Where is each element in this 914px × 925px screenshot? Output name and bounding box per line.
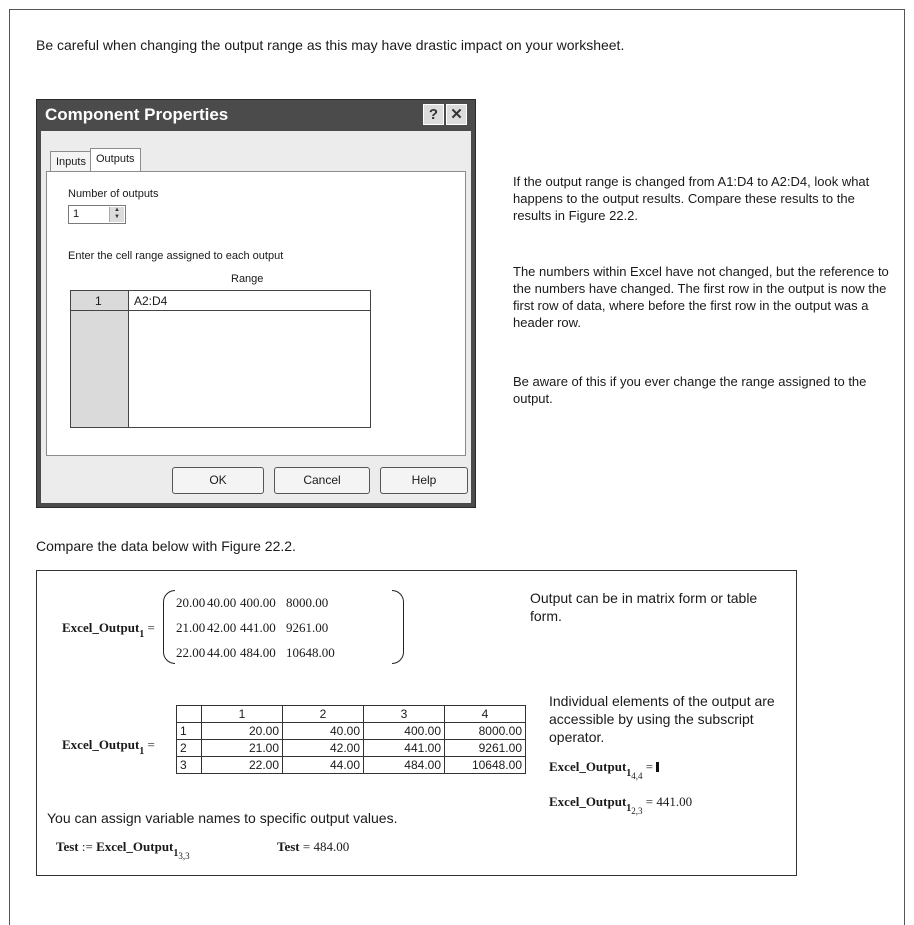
table-cell[interactable]: 441.00 xyxy=(363,739,445,757)
side-note-1: If the output range is changed from A1:D… xyxy=(513,174,870,223)
tab-outputs[interactable]: Outputs xyxy=(90,148,141,171)
test-assignment: Test := Excel_Output13,3 xyxy=(56,839,190,861)
table-cell[interactable]: 484.00 xyxy=(363,756,445,774)
dialog-titlebar[interactable]: Component Properties ? ✕ xyxy=(37,100,475,131)
table-cell[interactable]: 10648.00 xyxy=(444,756,526,774)
table-var-label: Excel_Output1 = xyxy=(62,737,155,757)
table-cell[interactable]: 8000.00 xyxy=(444,722,526,740)
table-header-cell: 3 xyxy=(363,705,445,723)
range-index-column xyxy=(71,291,129,427)
matrix-cell: 42.00 xyxy=(207,620,237,635)
assign-text: You can assign variable names to specifi… xyxy=(47,810,398,826)
matrix-var-label: Excel_Output1 = xyxy=(62,620,155,640)
dialog-title: Component Properties xyxy=(45,105,229,124)
table-row-index: 3 xyxy=(176,756,202,774)
side-note-3: Be aware of this if you ever change the … xyxy=(513,374,867,406)
matrix-cell: 8000.00 xyxy=(286,595,329,610)
range-row-divider xyxy=(71,310,370,311)
table-header-cell: 2 xyxy=(282,705,364,723)
stepper-arrows-icon[interactable]: ▲ ▼ xyxy=(109,207,124,222)
note-subscript: Individual elements of the output are ac… xyxy=(549,693,775,745)
component-properties-dialog: Component Properties ? ✕ Inputs Outputs … xyxy=(36,99,476,508)
range-column-header: Range xyxy=(231,273,264,285)
table-corner-cell xyxy=(176,705,202,723)
close-icon[interactable]: ✕ xyxy=(446,104,467,125)
matrix-right-paren xyxy=(392,590,404,664)
table-cell[interactable]: 22.00 xyxy=(201,756,283,774)
note-matrix-form: Output can be in matrix form or table fo… xyxy=(530,590,758,624)
table-row-index: 2 xyxy=(176,739,202,757)
matrix-cell: 40.00 xyxy=(207,595,237,610)
matrix-cell: 484.00 xyxy=(240,645,276,660)
dialog-body: Inputs Outputs Number of outputs 1 ▲ ▼ En… xyxy=(41,131,471,503)
table-row-index: 1 xyxy=(176,722,202,740)
range-grid: 1 A2:D4 xyxy=(70,290,371,428)
intro-text: Be careful when changing the output rang… xyxy=(36,37,625,53)
subscript-expression-1: Excel_Output14,4 = xyxy=(549,759,660,781)
side-note-2: The numbers within Excel have not change… xyxy=(513,264,889,330)
matrix-cell: 9261.00 xyxy=(286,620,329,635)
subscript-expression-2: Excel_Output12,3 = 441.00 xyxy=(549,794,693,816)
range-cell-input[interactable]: A2:D4 xyxy=(134,294,167,308)
matrix-cell: 400.00 xyxy=(240,595,276,610)
number-of-outputs-label: Number of outputs xyxy=(68,188,159,200)
table-cell[interactable]: 9261.00 xyxy=(444,739,526,757)
ok-button[interactable]: OK xyxy=(172,467,264,494)
table-cell[interactable]: 40.00 xyxy=(282,722,364,740)
matrix-cell: 441.00 xyxy=(240,620,276,635)
tab-inputs[interactable]: Inputs xyxy=(50,151,92,171)
table-cell[interactable]: 20.00 xyxy=(201,722,283,740)
range-row-index: 1 xyxy=(95,294,102,308)
number-of-outputs-value: 1 xyxy=(73,208,80,220)
number-of-outputs-stepper[interactable]: 1 ▲ ▼ xyxy=(68,205,126,224)
table-header-row: 1 2 3 4 xyxy=(176,705,526,723)
table-cell[interactable]: 42.00 xyxy=(282,739,364,757)
output-table: 1 2 3 4 1 20.00 40.00 400.00 8000.00 2 2… xyxy=(176,705,526,774)
table-row: 3 22.00 44.00 484.00 10648.00 xyxy=(176,756,526,774)
table-cell[interactable]: 21.00 xyxy=(201,739,283,757)
matrix-cell: 10648.00 xyxy=(286,645,335,660)
matrix-cell: 20.00 xyxy=(176,595,206,610)
test-result: Test = 484.00 xyxy=(277,839,350,854)
table-cell[interactable]: 44.00 xyxy=(282,756,364,774)
table-row: 1 20.00 40.00 400.00 8000.00 xyxy=(176,722,526,740)
table-header-cell: 4 xyxy=(444,705,526,723)
matrix-cell: 21.00 xyxy=(176,620,206,635)
table-cell[interactable]: 400.00 xyxy=(363,722,445,740)
cancel-button[interactable]: Cancel xyxy=(274,467,370,494)
placeholder-cursor-icon xyxy=(656,762,660,772)
matrix-left-paren xyxy=(163,590,175,664)
matrix-cell: 44.00 xyxy=(207,645,237,660)
help-icon[interactable]: ? xyxy=(423,104,444,125)
worksheet-box: Excel_Output1 = 20.00 40.00 400.00 8000.00 2… xyxy=(36,570,797,876)
help-button[interactable]: Help xyxy=(380,467,468,494)
compare-text: Compare the data below with Figure 22.2. xyxy=(36,538,296,554)
matrix-cell: 22.00 xyxy=(176,645,206,660)
table-row: 2 21.00 42.00 441.00 9261.00 xyxy=(176,739,526,757)
range-instruction: Enter the cell range assigned to each ou… xyxy=(68,250,284,262)
table-header-cell: 1 xyxy=(201,705,283,723)
